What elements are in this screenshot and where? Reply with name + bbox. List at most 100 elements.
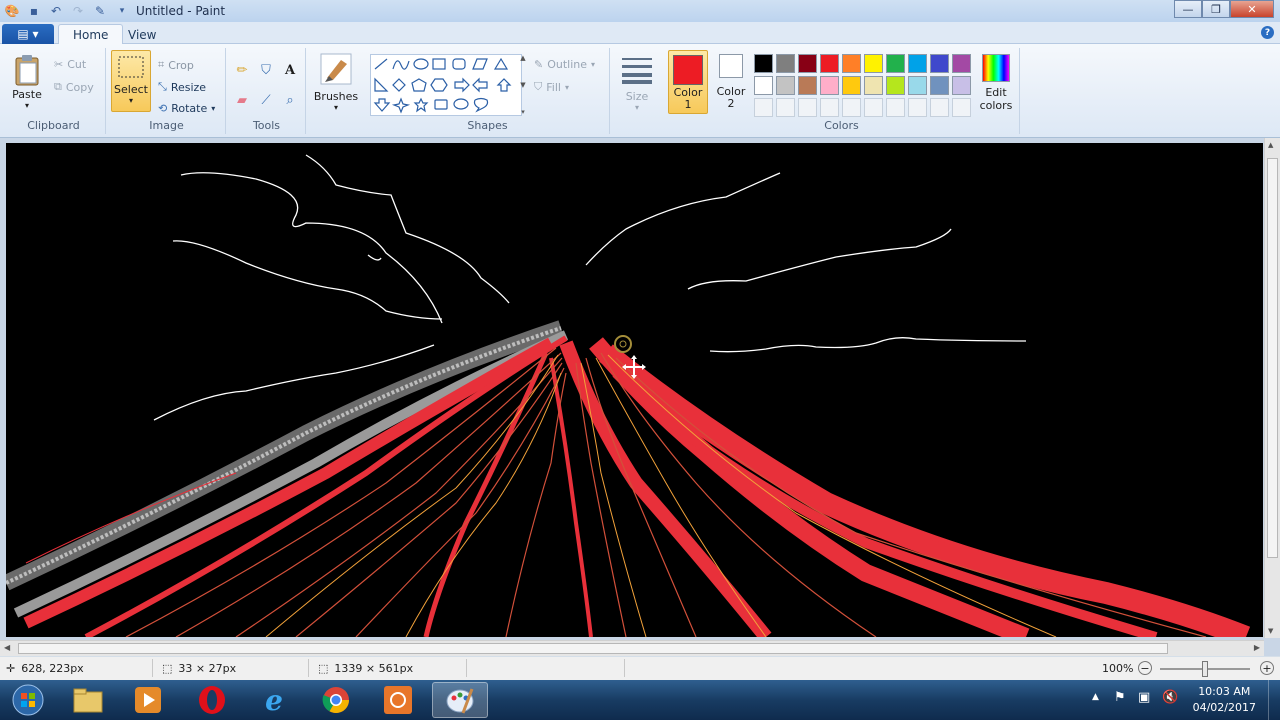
taskbar-opera[interactable]: [184, 682, 240, 718]
fill-bucket-icon[interactable]: ⛉: [256, 60, 276, 80]
copy-button[interactable]: ⧉ Copy: [54, 80, 94, 94]
palette-color-swatch[interactable]: [776, 76, 795, 95]
scroll-up-arrow-icon[interactable]: ▲: [1268, 141, 1273, 149]
horizontal-scrollbar[interactable]: ◀ ▶: [0, 640, 1264, 656]
scroll-right-arrow-icon[interactable]: ▶: [1254, 643, 1260, 652]
palette-color-swatch[interactable]: [820, 54, 839, 73]
shapes-gallery[interactable]: [370, 54, 522, 116]
edit-colors-button[interactable]: Edit colors: [976, 54, 1016, 112]
palette-empty-swatch[interactable]: [952, 98, 971, 117]
resize-button[interactable]: ⤡ Resize: [158, 80, 206, 94]
minimize-button[interactable]: —: [1174, 0, 1202, 18]
paint-app-icon[interactable]: 🎨: [4, 3, 20, 19]
palette-empty-swatch[interactable]: [776, 98, 795, 117]
cut-button[interactable]: ✂ Cut: [54, 58, 86, 71]
palette-color-swatch[interactable]: [864, 76, 883, 95]
palette-color-swatch[interactable]: [952, 54, 971, 73]
zoom-slider-thumb[interactable]: [1202, 661, 1208, 677]
help-icon[interactable]: ?: [1261, 26, 1274, 39]
rotate-button[interactable]: ⟲ Rotate ▾: [158, 102, 215, 115]
file-menu-button[interactable]: ▤ ▾: [2, 24, 54, 44]
volume-muted-icon[interactable]: 🔇: [1162, 690, 1178, 705]
close-button[interactable]: ✕: [1230, 0, 1274, 18]
palette-color-swatch[interactable]: [886, 54, 905, 73]
palette-color-swatch[interactable]: [842, 54, 861, 73]
start-button[interactable]: [2, 682, 54, 718]
palette-color-swatch[interactable]: [754, 54, 773, 73]
color2-swatch: [719, 54, 743, 78]
palette-color-swatch[interactable]: [842, 76, 861, 95]
scroll-down-arrow-icon[interactable]: ▼: [1268, 627, 1273, 635]
eraser-icon[interactable]: ▰: [232, 90, 252, 110]
taskbar-explorer[interactable]: [60, 682, 116, 718]
palette-empty-swatch[interactable]: [908, 98, 927, 117]
palette-color-swatch[interactable]: [886, 76, 905, 95]
taskbar-internet-explorer[interactable]: e: [246, 682, 302, 718]
horizontal-scroll-thumb[interactable]: [18, 643, 1168, 654]
outline-button[interactable]: ✎ Outline ▾: [534, 58, 595, 71]
palette-empty-swatch[interactable]: [864, 98, 883, 117]
magnifier-icon[interactable]: ⌕: [280, 90, 300, 110]
palette-color-swatch[interactable]: [930, 76, 949, 95]
folder-icon: [73, 688, 103, 713]
scroll-up-icon[interactable]: ▲: [520, 54, 525, 62]
undo-icon[interactable]: ↶: [48, 3, 64, 19]
vertical-scroll-thumb[interactable]: [1267, 158, 1278, 558]
show-desktop-button[interactable]: [1268, 680, 1280, 720]
drawing-canvas[interactable]: [6, 143, 1263, 637]
windows-logo-icon: [12, 684, 44, 716]
palette-empty-swatch[interactable]: [820, 98, 839, 117]
palette-color-swatch[interactable]: [798, 76, 817, 95]
palette-color-swatch[interactable]: [908, 54, 927, 73]
palette-empty-swatch[interactable]: [754, 98, 773, 117]
taskbar-paint[interactable]: [432, 682, 488, 718]
network-icon[interactable]: ▣: [1138, 690, 1150, 705]
palette-color-swatch[interactable]: [864, 54, 883, 73]
palette-color-swatch[interactable]: [908, 76, 927, 95]
crop-button[interactable]: ⌗ Crop: [158, 58, 194, 72]
tray-expand-icon[interactable]: ▲: [1092, 692, 1099, 702]
fill-icon: ⛉: [534, 80, 543, 93]
palette-empty-swatch[interactable]: [886, 98, 905, 117]
palette-empty-swatch[interactable]: [798, 98, 817, 117]
text-tool-icon[interactable]: A: [280, 60, 300, 80]
shapes-scroll[interactable]: ▲ ▼ ▾: [518, 54, 528, 116]
zoom-out-icon[interactable]: −: [1138, 661, 1152, 675]
redo-icon[interactable]: ↷: [70, 3, 86, 19]
maximize-button[interactable]: ❐: [1202, 0, 1230, 18]
color-picker-icon[interactable]: ⟋: [256, 90, 276, 110]
brushes-button[interactable]: Brushes ▾: [312, 52, 360, 112]
palette-color-swatch[interactable]: [776, 54, 795, 73]
pencil-icon[interactable]: ✏: [232, 60, 252, 80]
taskbar-media-player[interactable]: [120, 682, 176, 718]
save-icon[interactable]: ▪: [26, 3, 42, 19]
taskbar-recorder[interactable]: [370, 682, 426, 718]
select-button[interactable]: Select ▾: [111, 50, 151, 112]
customize-dropdown-icon[interactable]: ▾: [114, 3, 130, 19]
clipboard-group: Paste ▾ ✂ Cut ⧉ Copy Clipboard: [2, 48, 106, 134]
image-size: ⬚ 1339 × 561px: [318, 662, 414, 675]
fill-button[interactable]: ⛉ Fill ▾: [534, 80, 569, 94]
tab-view[interactable]: View: [114, 24, 170, 45]
vertical-scrollbar[interactable]: ▲ ▼: [1264, 138, 1280, 638]
scroll-left-arrow-icon[interactable]: ◀: [4, 643, 10, 652]
zoom-in-icon[interactable]: +: [1260, 661, 1274, 675]
action-center-flag-icon[interactable]: ⚑: [1114, 690, 1126, 705]
palette-color-swatch[interactable]: [952, 76, 971, 95]
colors-group-label: Colors: [824, 119, 859, 132]
palette-color-swatch[interactable]: [930, 54, 949, 73]
palette-color-swatch[interactable]: [754, 76, 773, 95]
color2-button[interactable]: Color 2: [712, 54, 750, 110]
palette-color-swatch[interactable]: [820, 76, 839, 95]
palette-color-swatch[interactable]: [798, 54, 817, 73]
size-button[interactable]: Size ▾: [618, 54, 656, 112]
palette-empty-swatch[interactable]: [930, 98, 949, 117]
palette-empty-swatch[interactable]: [842, 98, 861, 117]
scroll-more-icon[interactable]: ▾: [521, 108, 525, 116]
paste-button[interactable]: Paste ▾: [8, 54, 46, 110]
scroll-down-icon[interactable]: ▼: [520, 81, 525, 89]
taskbar-chrome[interactable]: [308, 682, 364, 718]
system-clock[interactable]: 10:03 AM 04/02/2017: [1193, 684, 1256, 716]
pencil-quick-icon[interactable]: ✎: [92, 3, 108, 19]
color1-button[interactable]: Color 1: [668, 50, 708, 114]
